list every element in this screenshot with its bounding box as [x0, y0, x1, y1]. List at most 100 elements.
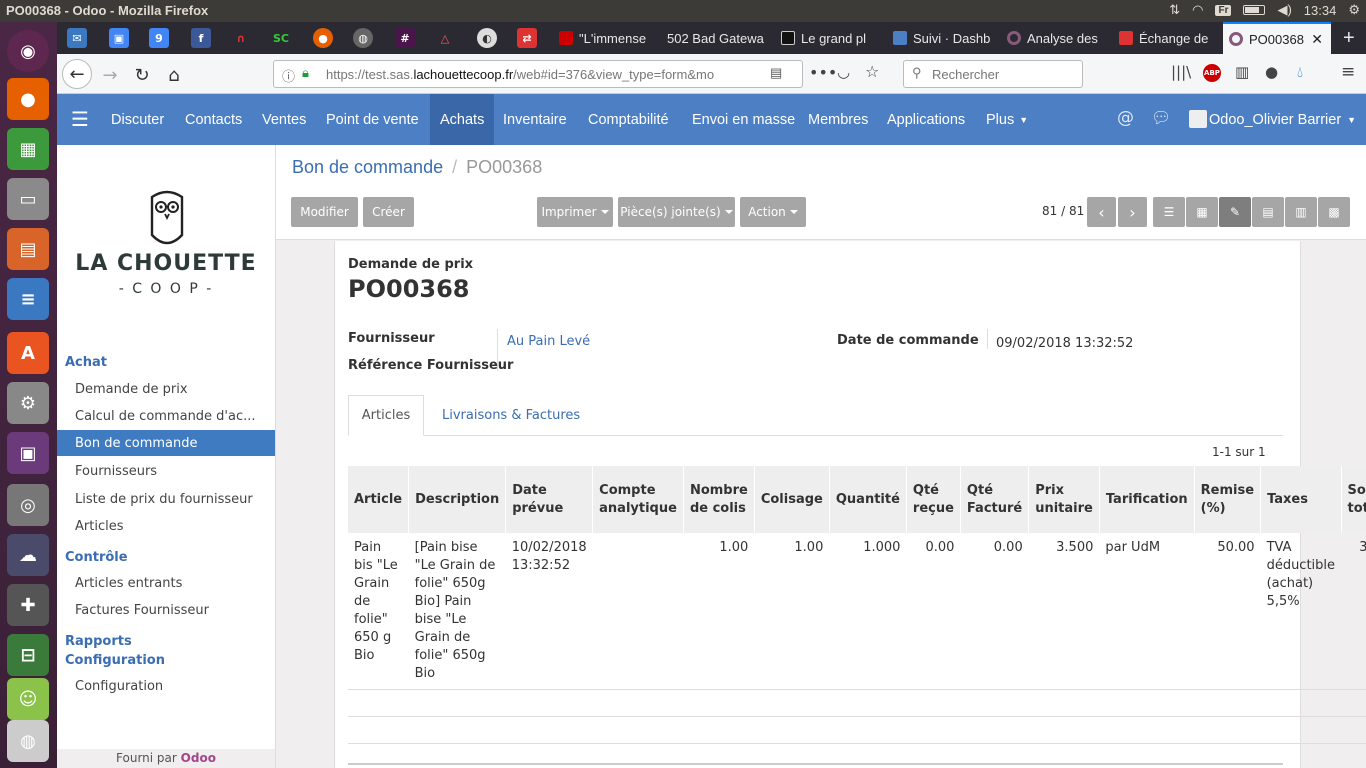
game-icon[interactable]: ☺: [7, 678, 49, 720]
drop-extension-icon[interactable]: 💧︎: [1297, 63, 1303, 81]
column-header[interactable]: Taxes: [1260, 466, 1342, 533]
menu-membres[interactable]: Membres: [799, 94, 877, 145]
column-header[interactable]: Qté Facturé: [959, 466, 1029, 533]
contacts-pinned-tab-icon[interactable]: ▣: [109, 28, 129, 48]
menu-icon[interactable]: ≡: [1341, 62, 1355, 82]
company-logo[interactable]: LA CHOUETTE - C O O P -: [57, 185, 275, 305]
menu-contacts[interactable]: Contacts: [176, 94, 251, 145]
form-view-icon[interactable]: ✎: [1219, 197, 1251, 227]
column-header[interactable]: Quantité: [828, 466, 907, 533]
calendar-view-icon[interactable]: ▩: [1318, 197, 1350, 227]
sidebar-item-factures-fournisseur[interactable]: Factures Fournisseur: [57, 597, 275, 623]
info-icon[interactable]: ⓘ: [282, 66, 295, 85]
adblock-icon[interactable]: ABP: [1203, 64, 1221, 82]
new-tab-button[interactable]: +: [1337, 22, 1366, 54]
column-header[interactable]: Article: [348, 466, 409, 533]
search-box[interactable]: ⚲ Rechercher: [903, 60, 1083, 88]
table-row[interactable]: Pain bis "Le Grain de folie" 650 g Bio […: [348, 533, 1366, 690]
sidebar-item-articles-entrants[interactable]: Articles entrants: [57, 570, 275, 596]
calendar-pinned-tab-icon[interactable]: 9: [149, 28, 169, 48]
menu-plus[interactable]: Plus ▼: [977, 94, 1037, 145]
column-header[interactable]: Sous-total: [1340, 466, 1366, 533]
column-header[interactable]: Tarification: [1098, 466, 1195, 533]
menu-comptabilite[interactable]: Comptabilité: [579, 94, 678, 145]
menu-envoi-en-masse[interactable]: Envoi en masse: [683, 94, 804, 145]
column-header[interactable]: Compte analytique: [592, 466, 684, 533]
column-header[interactable]: Prix unitaire: [1028, 466, 1100, 533]
system-tray[interactable]: ⇅ ◠ Fr ◀) 13:34 ⚙: [1169, 2, 1360, 18]
menu-ventes[interactable]: Ventes: [253, 94, 315, 145]
kanban-view-icon[interactable]: ▦: [1186, 197, 1218, 227]
network-app-icon[interactable]: ⊟: [7, 634, 49, 676]
list-view-icon[interactable]: ☰: [1153, 197, 1185, 227]
create-button[interactable]: Créer: [363, 197, 414, 227]
ubuntu-dash-icon[interactable]: ◉: [7, 30, 49, 72]
facebook-pinned-tab-icon[interactable]: f: [191, 28, 211, 48]
column-header[interactable]: Colisage: [753, 466, 830, 533]
home-icon[interactable]: ⌂: [161, 62, 187, 88]
menu-achats[interactable]: Achats: [430, 94, 495, 145]
reload-icon[interactable]: ↻: [129, 62, 155, 88]
forward-icon[interactable]: →: [97, 62, 123, 88]
music-pinned-tab-icon[interactable]: ◐: [477, 28, 497, 48]
reader-view-icon[interactable]: ▤: [770, 65, 782, 81]
breadcrumb-parent[interactable]: Bon de commande: [292, 157, 443, 177]
browser-tab[interactable]: Analyse des: [1001, 22, 1105, 54]
wifi-icon[interactable]: ◠: [1192, 2, 1203, 18]
supplier-value[interactable]: Au Pain Levé: [507, 334, 590, 349]
column-header[interactable]: Description: [408, 466, 506, 533]
exchange-pinned-tab-icon[interactable]: ⇄: [517, 28, 537, 48]
column-header[interactable]: Date prévue: [505, 466, 593, 533]
browser-tab[interactable]: Échange de: [1113, 22, 1217, 54]
globe-pinned-tab-icon[interactable]: ◍: [353, 28, 373, 48]
joystick-icon[interactable]: ✚: [7, 584, 49, 626]
sidebar-icon[interactable]: ▥: [1235, 63, 1249, 81]
video-icon[interactable]: ▣: [7, 432, 49, 474]
edit-button[interactable]: Modifier: [291, 197, 358, 227]
software-center-icon[interactable]: A: [7, 332, 49, 374]
pivot-view-icon[interactable]: ▤: [1252, 197, 1284, 227]
extension-icon[interactable]: ●: [1265, 63, 1278, 81]
pocket-icon[interactable]: ◡: [837, 63, 850, 81]
column-header[interactable]: Remise (%): [1193, 466, 1261, 533]
clock[interactable]: 13:34: [1304, 3, 1337, 18]
bookmark-star-icon[interactable]: ☆: [865, 62, 879, 81]
browser-tab[interactable]: 502 Bad Gatewa: [661, 22, 769, 54]
pager-previous-icon[interactable]: ‹: [1087, 197, 1116, 227]
firefox-pinned-tab-icon[interactable]: ●: [313, 28, 333, 48]
slack-pinned-tab-icon[interactable]: #: [395, 28, 415, 48]
tab-articles[interactable]: Articles: [348, 395, 424, 436]
graph-view-icon[interactable]: ▥: [1285, 197, 1317, 227]
browser-tab[interactable]: "L'immense: [553, 22, 657, 54]
odoo-brand-link[interactable]: Odoo: [181, 751, 216, 765]
disc-icon[interactable]: ◍: [7, 720, 49, 762]
apps-toggle-icon[interactable]: ☰: [71, 107, 89, 131]
page-actions-icon[interactable]: •••: [809, 63, 837, 82]
sidebar-item-configuration[interactable]: Configuration: [57, 673, 275, 699]
column-header[interactable]: Nombre de colis: [682, 466, 755, 533]
battery-icon[interactable]: [1243, 5, 1266, 15]
menu-applications[interactable]: Applications: [878, 94, 974, 145]
menu-discuter[interactable]: Discuter: [102, 94, 173, 145]
browser-tab-active[interactable]: PO00368 ✕: [1223, 22, 1331, 54]
input-lang[interactable]: Fr: [1215, 4, 1232, 16]
document-icon[interactable]: ≡: [7, 278, 49, 320]
action-dropdown[interactable]: Action: [740, 197, 806, 227]
column-header[interactable]: Qté reçue: [905, 466, 961, 533]
print-dropdown[interactable]: Imprimer: [537, 197, 613, 227]
sidebar-item-fournisseurs[interactable]: Fournisseurs: [57, 458, 275, 484]
sidebar-item-calcul-commande[interactable]: Calcul de commande d'ac...: [57, 403, 275, 429]
sidebar-item-liste-de-prix[interactable]: Liste de prix du fournisseur: [57, 486, 275, 512]
files-icon[interactable]: ▭: [7, 178, 49, 220]
library-icon[interactable]: |||\: [1171, 63, 1191, 81]
close-tab-icon[interactable]: ✕: [1311, 31, 1331, 48]
sidebar-item-articles[interactable]: Articles: [57, 513, 275, 539]
firefox-launcher-icon[interactable]: ●: [7, 78, 49, 120]
tab-livraisons-factures[interactable]: Livraisons & Factures: [442, 408, 580, 423]
airbnb-pinned-tab-icon[interactable]: △: [435, 28, 455, 48]
chat-icon[interactable]: 💬︎: [1151, 108, 1171, 127]
browser-tab[interactable]: Le grand pl: [775, 22, 879, 54]
headphones-pinned-tab-icon[interactable]: ∩: [231, 28, 251, 48]
volume-icon[interactable]: ◀): [1277, 2, 1291, 18]
power-gear-icon[interactable]: ⚙: [1348, 2, 1360, 18]
